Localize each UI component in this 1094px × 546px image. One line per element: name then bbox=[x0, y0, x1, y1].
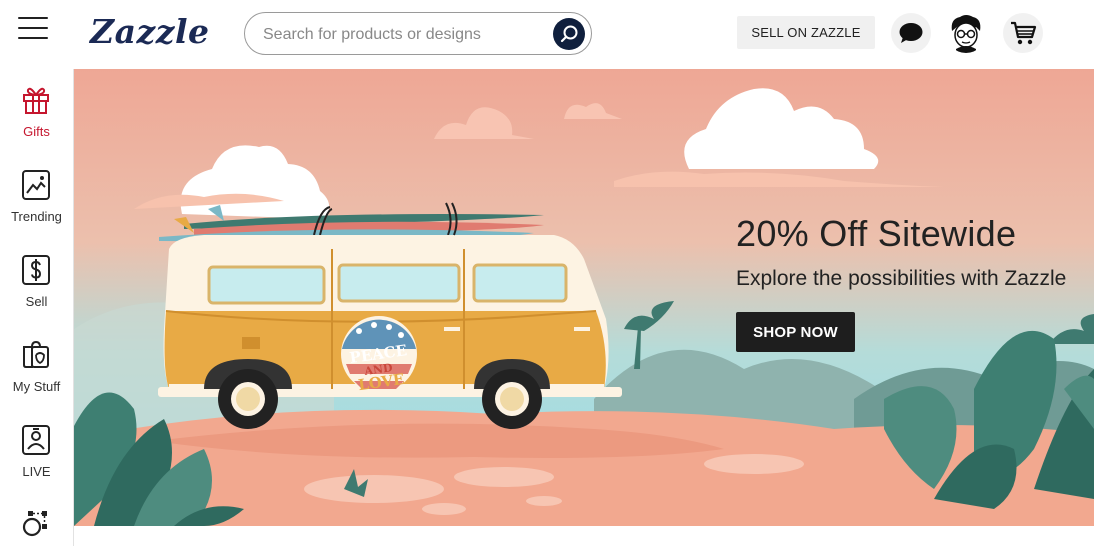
chat-button[interactable] bbox=[891, 13, 931, 53]
left-sidebar: Gifts Trending Sell My Stuff LIVE bbox=[0, 69, 74, 546]
gift-icon bbox=[23, 87, 49, 114]
avatar[interactable] bbox=[946, 13, 986, 53]
sidebar-item-my-stuff[interactable]: My Stuff bbox=[0, 339, 73, 411]
sidebar-item-label: LIVE bbox=[22, 464, 51, 479]
sidebar-item-label: My Stuff bbox=[12, 379, 61, 394]
sell-on-zazzle-button[interactable]: SELL ON ZAZZLE bbox=[737, 16, 875, 49]
search-icon bbox=[560, 25, 578, 43]
cart-button[interactable] bbox=[1003, 13, 1043, 53]
live-icon bbox=[22, 425, 50, 455]
promo-title: 20% Off Sitewide bbox=[736, 213, 1017, 254]
menu-icon[interactable] bbox=[18, 17, 48, 39]
cart-icon bbox=[1011, 21, 1037, 45]
dollar-icon bbox=[22, 255, 50, 285]
search-button[interactable] bbox=[553, 18, 585, 50]
sidebar-item-label: Trending bbox=[11, 209, 62, 224]
chat-bubble-icon bbox=[899, 23, 923, 43]
search-input[interactable] bbox=[261, 22, 545, 48]
search-bar bbox=[244, 12, 592, 55]
shop-now-button[interactable]: SHOP NOW bbox=[736, 312, 855, 352]
promo-subtitle: Explore the possibilities with Zazzle bbox=[736, 267, 1067, 290]
design-nodes-icon bbox=[22, 511, 47, 537]
trending-image-icon bbox=[22, 170, 50, 200]
sidebar-item-label: Gifts bbox=[23, 124, 50, 139]
my-stuff-icon bbox=[23, 340, 49, 368]
banner-illustration: PEACE AND LOVE bbox=[74, 69, 1094, 526]
user-avatar-icon bbox=[946, 13, 986, 53]
sidebar-item-gifts[interactable]: Gifts bbox=[0, 84, 73, 156]
hero-banner[interactable]: PEACE AND LOVE bbox=[74, 69, 1094, 526]
sidebar-item-trending[interactable]: Trending bbox=[0, 169, 73, 241]
top-header: Zazzle SELL ON ZAZZLE bbox=[0, 0, 1094, 69]
sidebar-item-label: Sell bbox=[25, 294, 48, 309]
zazzle-logo[interactable]: Zazzle bbox=[90, 12, 209, 51]
sidebar-item-sell[interactable]: Sell bbox=[0, 254, 73, 326]
sidebar-item-live[interactable]: LIVE bbox=[0, 424, 73, 496]
sidebar-item-design[interactable] bbox=[0, 509, 73, 546]
